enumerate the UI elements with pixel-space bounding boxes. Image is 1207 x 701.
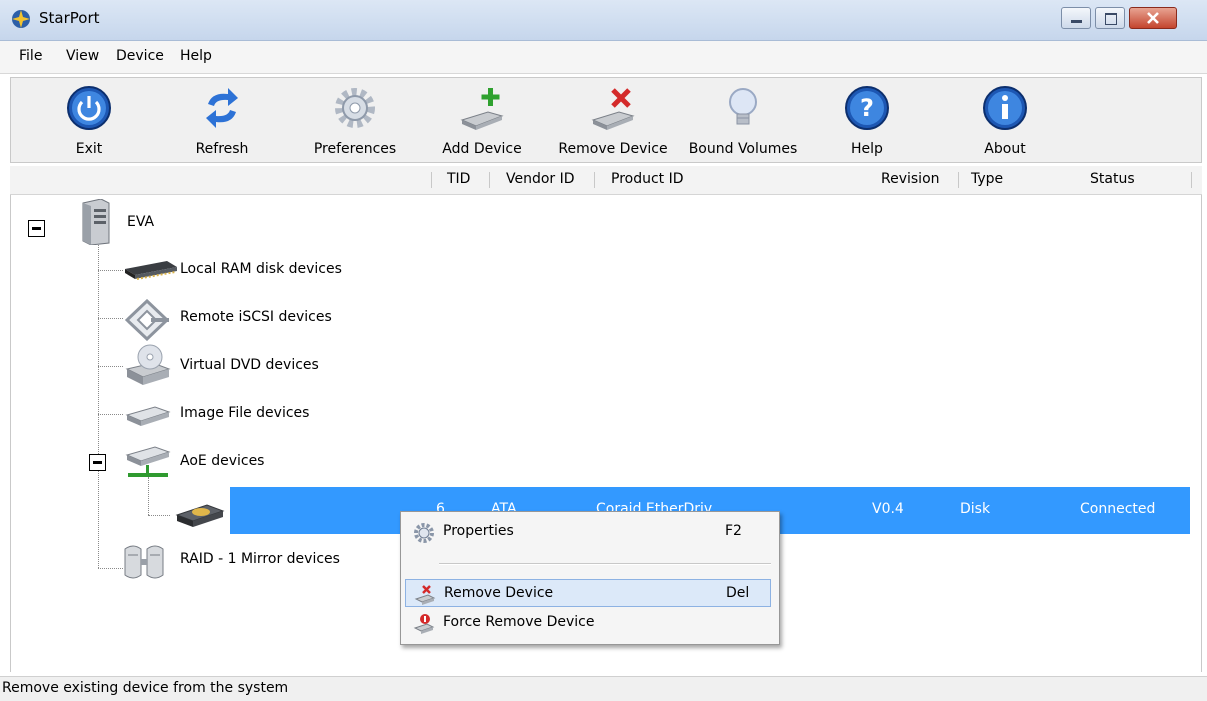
close-icon: [1147, 12, 1159, 24]
toolbar: Exit Refresh Preferences Add Device Remo…: [10, 77, 1202, 163]
ctx-force-remove-label: Force Remove Device: [443, 614, 595, 630]
ram-chip-icon: [125, 261, 177, 280]
tree-connector: [98, 366, 123, 367]
column-header: TID Vendor ID Product ID Revision Type S…: [10, 166, 1202, 195]
column-status[interactable]: Status: [1090, 171, 1135, 187]
device-type: Disk: [960, 501, 991, 517]
starport-app-icon: [12, 10, 30, 28]
menu-view[interactable]: View: [66, 48, 99, 64]
menu-help[interactable]: Help: [180, 48, 212, 64]
refresh-label: Refresh: [195, 141, 249, 157]
device-revision: V0.4: [872, 501, 904, 517]
menu-device[interactable]: Device: [116, 48, 164, 64]
properties-gear-icon: [414, 523, 434, 543]
tree-connector: [98, 270, 123, 271]
tree-node-ram[interactable]: Local RAM disk devices: [180, 261, 342, 277]
remove-device-icon: [414, 585, 436, 605]
tree-node-iscsi[interactable]: Remote iSCSI devices: [180, 309, 332, 325]
column-tid[interactable]: TID: [447, 171, 470, 187]
context-menu: Properties F2 Remove Device Del Force Re…: [400, 511, 780, 645]
tree-node-image-file[interactable]: Image File devices: [180, 405, 309, 421]
refresh-button[interactable]: Refresh: [187, 78, 257, 164]
info-icon: [983, 86, 1027, 130]
window-title: StarPort: [39, 9, 100, 27]
close-button[interactable]: [1129, 7, 1177, 29]
ctx-properties-shortcut: F2: [725, 523, 742, 539]
remove-device-icon: [591, 88, 635, 130]
refresh-icon: [206, 88, 238, 128]
ctx-force-remove-item[interactable]: Force Remove Device: [405, 609, 771, 637]
column-separator: [489, 172, 490, 188]
tree-node-raid[interactable]: RAID - 1 Mirror devices: [180, 551, 340, 567]
title-bar: StarPort: [0, 0, 1207, 41]
tree-connector: [98, 414, 123, 415]
hard-disk-icon: [175, 504, 225, 527]
aoe-network-drive-icon: [125, 446, 171, 477]
about-button[interactable]: About: [973, 78, 1037, 164]
force-remove-icon: [413, 614, 435, 634]
bound-volumes-label: Bound Volumes: [688, 141, 798, 157]
collapse-aoe-button[interactable]: [89, 454, 106, 471]
tree-connector: [98, 241, 99, 568]
remove-device-button[interactable]: Remove Device: [555, 78, 671, 164]
column-separator: [958, 172, 959, 188]
tree-connector: [98, 568, 123, 569]
exit-button[interactable]: Exit: [57, 78, 121, 164]
power-icon: [67, 86, 111, 130]
preferences-label: Preferences: [313, 141, 397, 157]
ctx-properties-label: Properties: [443, 523, 514, 539]
column-type[interactable]: Type: [971, 171, 1003, 187]
column-vendor-id[interactable]: Vendor ID: [506, 171, 575, 187]
ctx-properties-item[interactable]: Properties F2: [405, 518, 771, 546]
add-device-button[interactable]: Add Device: [439, 78, 525, 164]
tree-node-eva[interactable]: EVA: [127, 214, 154, 230]
help-label: Help: [851, 141, 883, 157]
ctx-remove-device-shortcut: Del: [726, 585, 750, 601]
iscsi-icon: [125, 299, 170, 341]
tree-node-aoe[interactable]: AoE devices: [180, 453, 264, 469]
raid-mirror-icon: [124, 545, 164, 579]
tree-connector: [148, 515, 170, 516]
exit-label: Exit: [75, 141, 103, 157]
minimize-button[interactable]: [1061, 7, 1091, 29]
maximize-button[interactable]: [1095, 7, 1125, 29]
image-file-drive-icon: [125, 406, 171, 426]
gear-icon: [335, 88, 375, 128]
column-separator: [1191, 172, 1192, 188]
collapse-eva-button[interactable]: [28, 220, 45, 237]
status-bar: Remove existing device from the system: [0, 676, 1207, 701]
dvd-drive-icon: [125, 344, 171, 385]
column-revision[interactable]: Revision: [881, 171, 940, 187]
svg-text:?: ?: [860, 94, 874, 122]
preferences-button[interactable]: Preferences: [305, 78, 405, 164]
add-device-icon: [460, 88, 504, 130]
help-button[interactable]: ? Help: [837, 78, 897, 164]
ctx-remove-device-item[interactable]: Remove Device Del: [405, 579, 771, 607]
column-separator: [431, 172, 432, 188]
server-icon: [82, 199, 110, 245]
status-text: Remove existing device from the system: [2, 680, 289, 696]
device-status: Connected: [1080, 501, 1156, 517]
minimize-icon: [1071, 20, 1082, 23]
context-menu-separator: [439, 563, 771, 565]
tree-node-dvd[interactable]: Virtual DVD devices: [180, 357, 319, 373]
remove-device-label: Remove Device: [558, 141, 668, 157]
bound-volumes-button[interactable]: Bound Volumes: [685, 78, 801, 164]
about-label: About: [984, 141, 1026, 157]
column-separator: [594, 172, 595, 188]
column-product-id[interactable]: Product ID: [611, 171, 684, 187]
help-icon: ?: [845, 86, 889, 130]
menu-bar: File View Device Help: [0, 41, 1207, 74]
tree-connector: [98, 318, 123, 319]
add-device-label: Add Device: [442, 141, 522, 157]
menu-file[interactable]: File: [19, 48, 42, 64]
ctx-remove-device-label: Remove Device: [444, 585, 554, 601]
lightbulb-icon: [729, 88, 757, 125]
maximize-icon: [1105, 13, 1117, 25]
